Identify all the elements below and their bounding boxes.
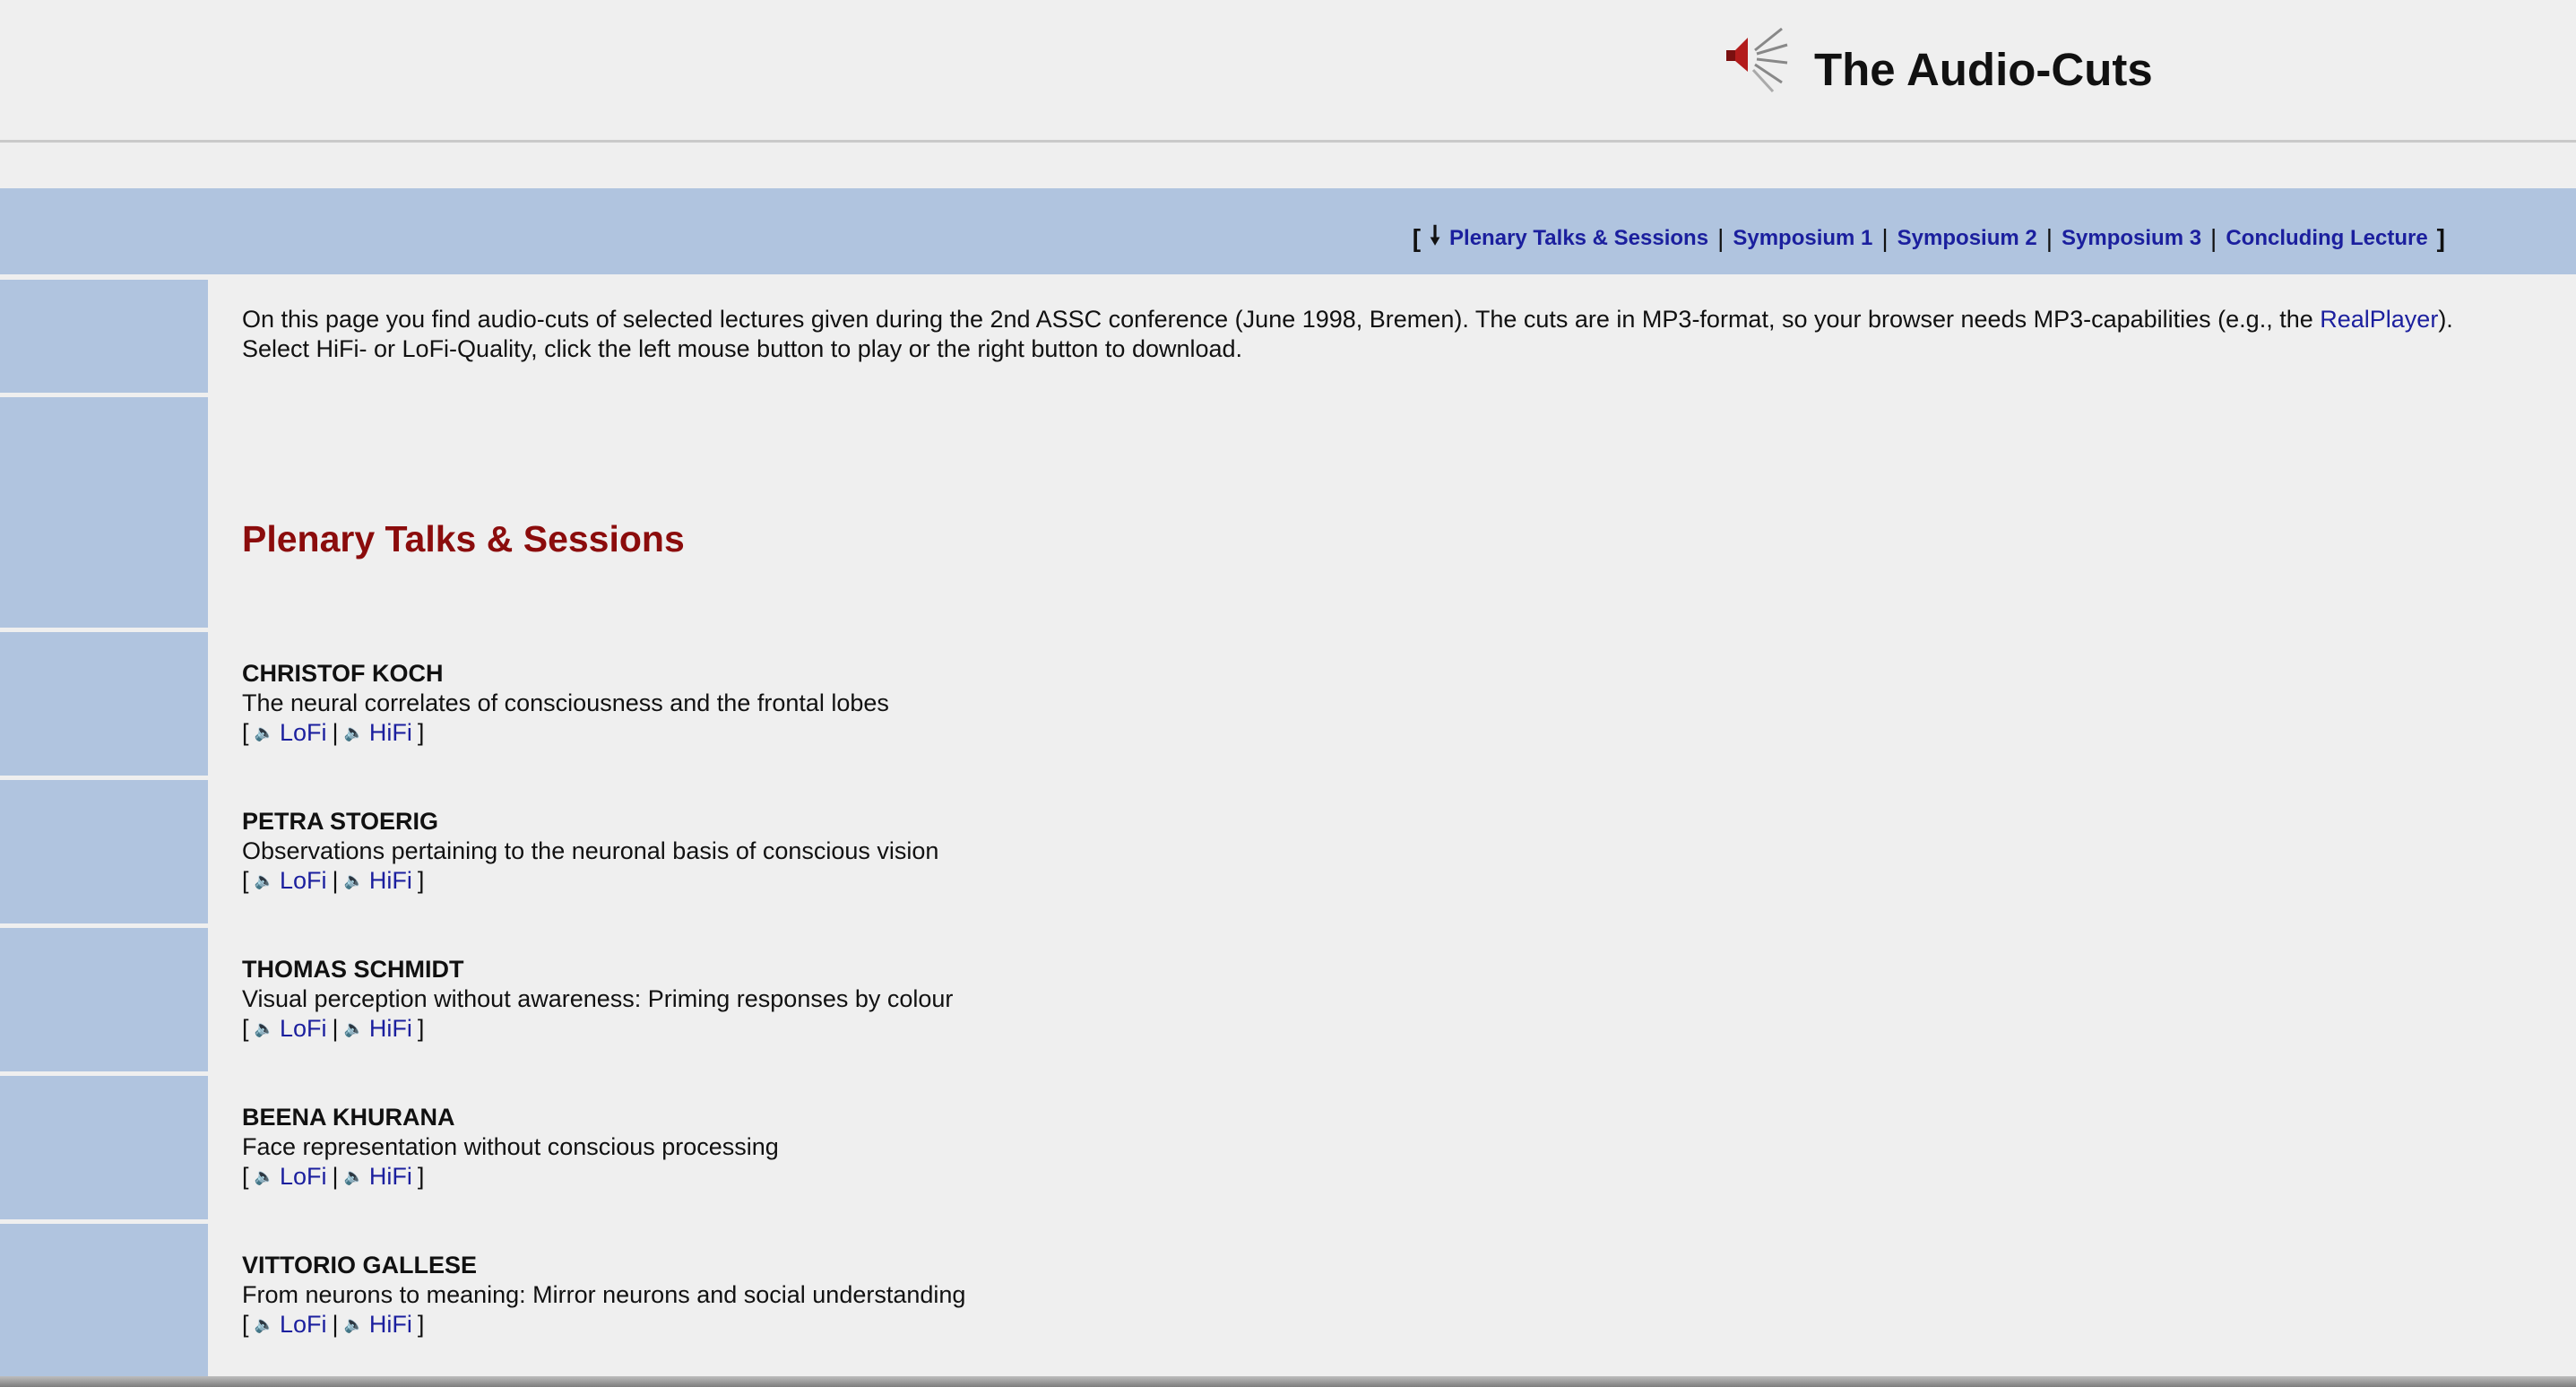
links-separator: | <box>332 867 339 894</box>
sidebar-cell <box>0 280 208 393</box>
sidebar-cell <box>0 780 208 923</box>
nav-separator: | <box>2045 224 2053 252</box>
lofi-link[interactable]: LoFi <box>280 1310 327 1339</box>
nav-separator: | <box>1881 224 1889 252</box>
speaker-icon: 🔈 <box>254 1315 274 1333</box>
hifi-link[interactable]: HiFi <box>369 1162 412 1192</box>
talk-title: Face representation without conscious pr… <box>242 1133 779 1160</box>
links-close-bracket: ] <box>417 1015 425 1042</box>
links-open-bracket: [ <box>242 1015 249 1042</box>
page-bottom-edge <box>0 1376 2576 1387</box>
talk-title: From neurons to meaning: Mirror neurons … <box>242 1281 966 1308</box>
page-header: The Audio-Cuts <box>0 0 2576 143</box>
lofi-link[interactable]: LoFi <box>280 1014 327 1044</box>
section-nav: [ 🠗 Plenary Talks & Sessions | Symposium… <box>1413 217 2445 260</box>
links-open-bracket: [ <box>242 867 249 894</box>
audio-links: [ 🔈 LoFi | 🔈 HiFi ] <box>242 866 1676 896</box>
speaker-icon: 🔈 <box>343 724 364 741</box>
audio-links: [ 🔈 LoFi | 🔈 HiFi ] <box>242 1310 1676 1339</box>
links-open-bracket: [ <box>242 719 249 746</box>
speaker-icon: 🔈 <box>254 1019 274 1037</box>
nav-link-concluding-lecture[interactable]: Concluding Lecture <box>2226 226 2427 251</box>
talk-title: Visual perception without awareness: Pri… <box>242 985 954 1012</box>
talk-title: Observations pertaining to the neuronal … <box>242 837 939 864</box>
nav-separator: | <box>2210 224 2217 252</box>
speaker-icon: 🔈 <box>343 871 364 889</box>
audio-links: [ 🔈 LoFi | 🔈 HiFi ] <box>242 1162 1676 1192</box>
talk-title: The neural correlates of consciousness a… <box>242 689 889 716</box>
nav-link-symposium-2[interactable]: Symposium 2 <box>1897 226 2037 251</box>
hifi-link[interactable]: HiFi <box>369 1014 412 1044</box>
down-arrow-icon: 🠗 <box>1430 221 1441 249</box>
nav-link-symposium-1[interactable]: Symposium 1 <box>1733 226 1872 251</box>
links-open-bracket: [ <box>242 1163 249 1190</box>
speaker-name: PETRA STOERIG <box>242 808 439 835</box>
speaker-name: CHRISTOF KOCH <box>242 660 444 687</box>
lofi-link[interactable]: LoFi <box>280 718 327 748</box>
links-close-bracket: ] <box>417 1163 425 1190</box>
hifi-link[interactable]: HiFi <box>369 866 412 896</box>
speaker-icon: 🔈 <box>254 724 274 741</box>
links-separator: | <box>332 1311 339 1338</box>
nav-close-bracket: ] <box>2436 224 2445 252</box>
talk-entry: VITTORIO GALLESE From neurons to meaning… <box>242 1251 1676 1339</box>
talk-entry: PETRA STOERIG Observations pertaining to… <box>242 807 1676 896</box>
intro-line-1: On this page you find audio-cuts of sele… <box>242 306 2321 333</box>
hifi-link[interactable]: HiFi <box>369 718 412 748</box>
lofi-link[interactable]: LoFi <box>280 866 327 896</box>
section-title: Plenary Talks & Sessions <box>242 518 685 559</box>
sidebar-cell <box>0 397 208 628</box>
intro-line-2: Select HiFi- or LoFi-Quality, click the … <box>242 335 1243 362</box>
talk-entry: THOMAS SCHMIDT Visual perception without… <box>242 955 1676 1044</box>
links-separator: | <box>332 1015 339 1042</box>
nav-open-bracket: [ <box>1412 224 1422 252</box>
sidebar-cell <box>0 1076 208 1219</box>
links-close-bracket: ] <box>417 867 425 894</box>
page-title: The Audio-Cuts <box>1814 44 2153 95</box>
links-open-bracket: [ <box>242 1311 249 1338</box>
talk-entry: BEENA KHURANA Face representation withou… <box>242 1103 1676 1192</box>
nav-separator: | <box>1717 224 1725 252</box>
speaker-icon <box>1726 27 1788 93</box>
links-close-bracket: ] <box>417 719 425 746</box>
intro-text: On this page you find audio-cuts of sele… <box>242 305 2537 364</box>
nav-link-plenary[interactable]: Plenary Talks & Sessions <box>1449 226 1708 251</box>
speaker-icon: 🔈 <box>343 1019 364 1037</box>
realplayer-link[interactable]: RealPlayer <box>2320 306 2438 333</box>
sidebar-cell <box>0 1224 208 1376</box>
speaker-icon: 🔈 <box>254 1167 274 1185</box>
hifi-link[interactable]: HiFi <box>369 1310 412 1339</box>
audio-links: [ 🔈 LoFi | 🔈 HiFi ] <box>242 718 1676 748</box>
speaker-icon: 🔈 <box>343 1167 364 1185</box>
lofi-link[interactable]: LoFi <box>280 1162 327 1192</box>
links-separator: | <box>332 719 339 746</box>
speaker-name: VITTORIO GALLESE <box>242 1252 478 1279</box>
sidebar-cell <box>0 928 208 1071</box>
speaker-name: BEENA KHURANA <box>242 1104 455 1131</box>
intro-line-1-end: ). <box>2438 306 2453 333</box>
links-separator: | <box>332 1163 339 1190</box>
speaker-icon: 🔈 <box>343 1315 364 1333</box>
speaker-name: THOMAS SCHMIDT <box>242 956 464 983</box>
nav-link-symposium-3[interactable]: Symposium 3 <box>2062 226 2201 251</box>
sidebar-cell <box>0 632 208 776</box>
links-close-bracket: ] <box>417 1311 425 1338</box>
talk-entry: CHRISTOF KOCH The neural correlates of c… <box>242 659 1676 748</box>
speaker-icon: 🔈 <box>254 871 274 889</box>
audio-links: [ 🔈 LoFi | 🔈 HiFi ] <box>242 1014 1676 1044</box>
